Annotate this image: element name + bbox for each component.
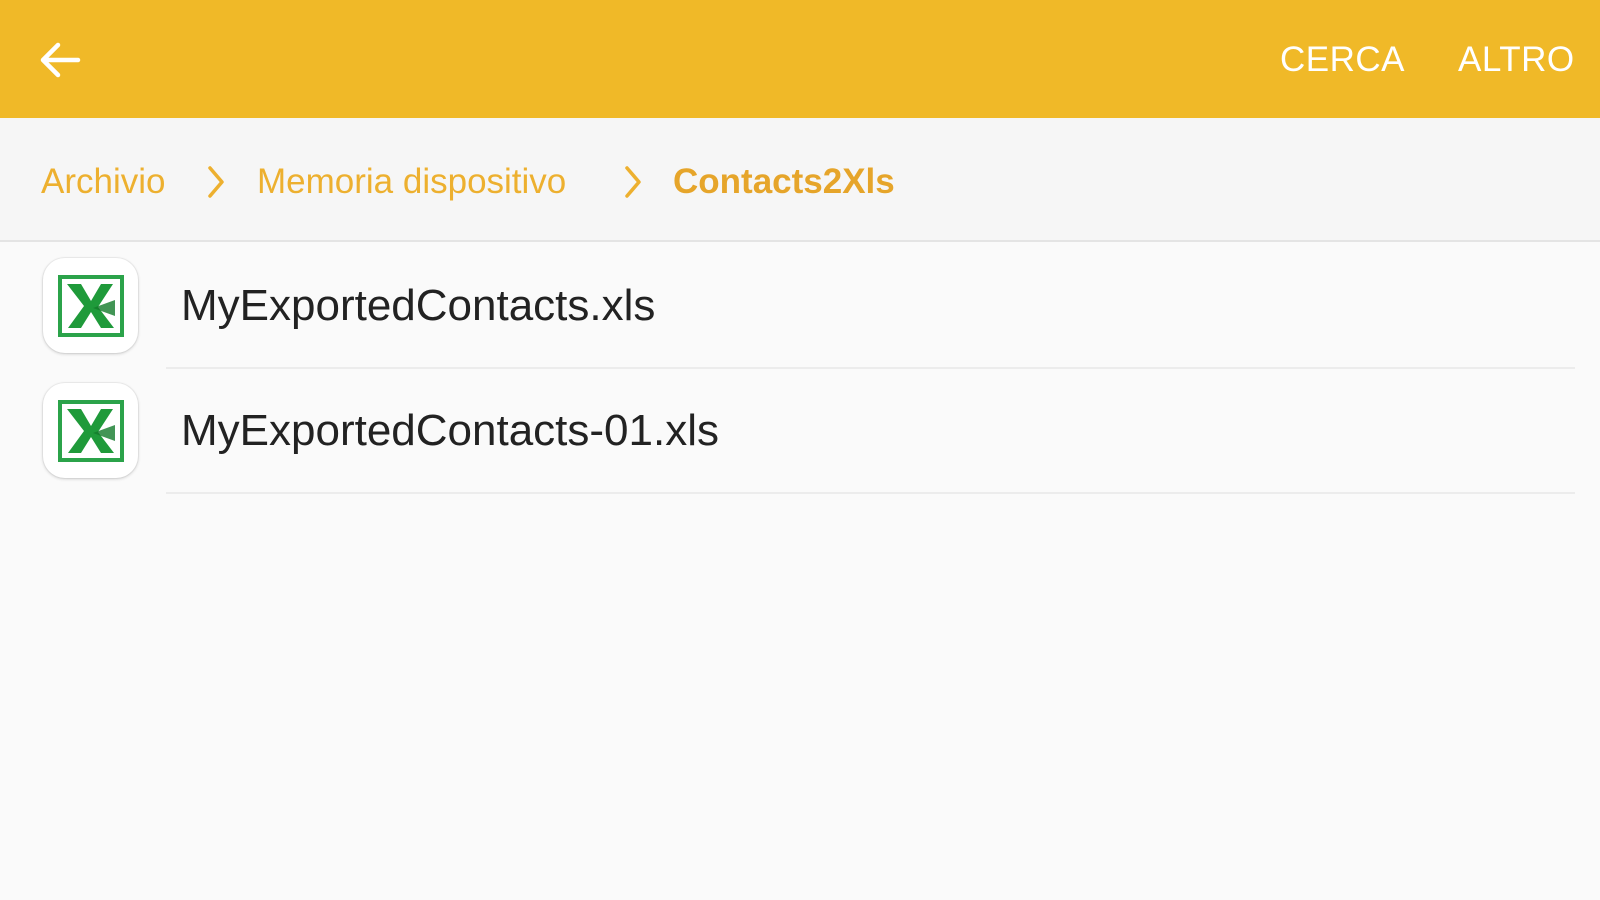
file-list-item[interactable]: MyExportedContacts.xls: [0, 244, 1600, 369]
breadcrumb-item-current[interactable]: Contacts2Xls: [673, 160, 895, 204]
breadcrumb: Archivio Memoria dispositivo Contacts2Xl…: [0, 118, 1600, 242]
chevron-right-icon: [625, 166, 641, 198]
search-button[interactable]: CERCA: [1280, 38, 1405, 82]
file-icon-container: [43, 383, 138, 478]
file-icon-container: [43, 258, 138, 353]
app-bar: CERCA ALTRO: [0, 0, 1600, 118]
excel-file-icon: [57, 274, 124, 337]
breadcrumb-item-archivio[interactable]: Archivio: [41, 160, 165, 204]
back-button[interactable]: [34, 34, 86, 86]
file-list-item[interactable]: MyExportedContacts-01.xls: [0, 369, 1600, 494]
divider: [166, 492, 1575, 494]
arrow-left-icon: [40, 42, 81, 78]
file-name: MyExportedContacts-01.xls: [181, 406, 719, 455]
excel-file-icon: [57, 399, 124, 462]
chevron-right-icon: [208, 166, 224, 198]
breadcrumb-item-memoria-dispositivo[interactable]: Memoria dispositivo: [257, 160, 566, 204]
more-button[interactable]: ALTRO: [1458, 38, 1575, 82]
file-name: MyExportedContacts.xls: [181, 281, 656, 330]
